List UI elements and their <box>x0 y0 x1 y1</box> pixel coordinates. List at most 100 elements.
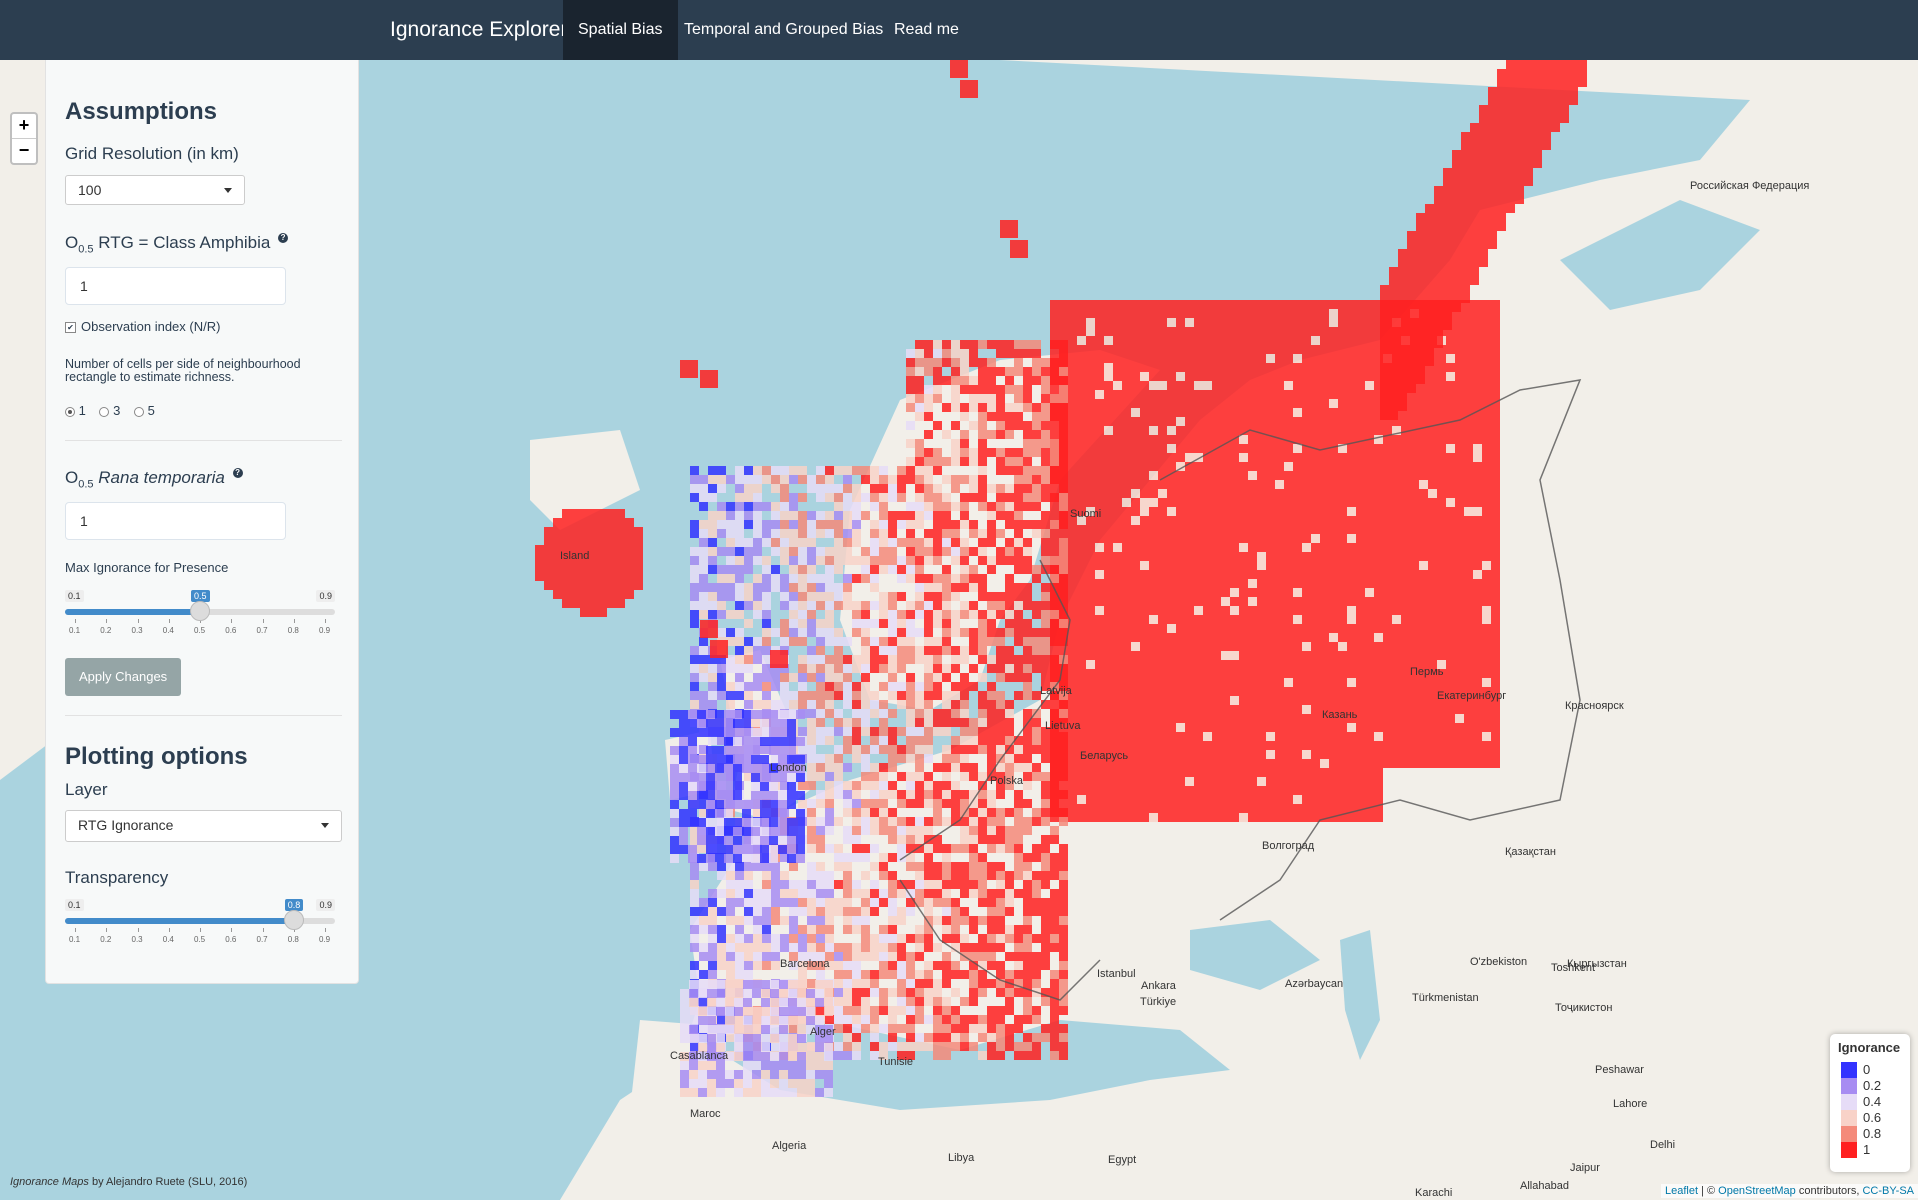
grid-cell <box>933 799 942 808</box>
grid-cell <box>1446 507 1455 516</box>
grid-cell <box>1230 318 1239 327</box>
grid-cell <box>1482 444 1491 453</box>
grid-cell <box>852 880 861 889</box>
grid-cell <box>978 466 987 475</box>
grid-cell <box>1374 759 1383 768</box>
grid-cell <box>960 700 969 709</box>
grid-cell <box>1311 597 1320 606</box>
grid-cell <box>1059 664 1068 673</box>
grid-cell <box>1470 231 1479 240</box>
grid-cell <box>1176 408 1185 417</box>
grid-cell <box>1077 453 1086 462</box>
grid-cell <box>852 529 861 538</box>
grid-cell <box>1122 381 1131 390</box>
grid-cell <box>1461 132 1470 141</box>
grid-cell <box>1392 543 1401 552</box>
grid-cell <box>969 835 978 844</box>
grid-cell <box>1266 777 1275 786</box>
grid-cell <box>1338 642 1347 651</box>
grid-cell <box>1086 372 1095 381</box>
grid-cell <box>1131 363 1140 372</box>
grid-cell <box>1194 741 1203 750</box>
grid-cell <box>996 736 1005 745</box>
grid-cell <box>1428 372 1437 381</box>
grid-cell <box>1230 462 1239 471</box>
tab-spatial-bias[interactable]: Spatial Bias <box>563 0 678 60</box>
grid-cell <box>1473 390 1482 399</box>
grid-cell <box>1113 660 1122 669</box>
grid-cell <box>1023 340 1032 349</box>
grid-cell <box>708 556 717 565</box>
grid-cell <box>1221 309 1230 318</box>
grid-cell <box>762 556 771 565</box>
grid-cell <box>1230 723 1239 732</box>
grid-cell <box>1482 309 1491 318</box>
grid-cell <box>1416 258 1425 267</box>
grid-cell <box>753 529 762 538</box>
grid-cell <box>888 664 897 673</box>
grid-cell <box>1515 186 1524 195</box>
grid-cell <box>1257 669 1266 678</box>
grid-cell <box>951 682 960 691</box>
grid-cell <box>735 520 744 529</box>
grid-cell <box>1491 318 1500 327</box>
grid-cell <box>1257 543 1266 552</box>
grid-cell <box>951 394 960 403</box>
grid-cell <box>1311 309 1320 318</box>
grid-cell <box>789 538 798 547</box>
grid-cell <box>1059 772 1068 781</box>
grid-cell <box>1014 538 1023 547</box>
grid-cell <box>1506 114 1515 123</box>
grid-cell <box>1479 195 1488 204</box>
grid-cell <box>915 439 924 448</box>
grid-cell <box>996 718 1005 727</box>
grid-cell <box>1491 300 1500 309</box>
grid-cell <box>1365 507 1374 516</box>
grid-cell <box>1023 403 1032 412</box>
grid-cell <box>1470 258 1479 267</box>
grid-cell <box>1068 606 1077 615</box>
grid-cell <box>960 502 969 511</box>
grid-cell <box>1425 276 1434 285</box>
grid-cell <box>1113 624 1122 633</box>
grid-cell <box>933 871 942 880</box>
grid-cell <box>960 718 969 727</box>
grid-cell <box>1491 507 1500 516</box>
grid-cell <box>1365 732 1374 741</box>
grid-cell <box>888 763 897 772</box>
grid-cell <box>1050 781 1059 790</box>
grid-cell <box>1455 489 1464 498</box>
grid-cell <box>780 673 789 682</box>
grid-cell <box>1311 660 1320 669</box>
grid-cell <box>1302 633 1311 642</box>
grid-cell <box>1338 534 1347 543</box>
grid-cell <box>1266 624 1275 633</box>
grid-cell <box>1266 534 1275 543</box>
grid-cell <box>1551 96 1560 105</box>
tab-temporal-grouped-bias[interactable]: Temporal and Grouped Bias <box>669 0 898 60</box>
grid-cell <box>1311 588 1320 597</box>
grid-cell <box>1149 399 1158 408</box>
grid-cell <box>1275 732 1284 741</box>
grid-cell <box>1506 150 1515 159</box>
grid-cell <box>1473 480 1482 489</box>
tab-read-me[interactable]: Read me <box>879 0 974 60</box>
grid-cell <box>1365 588 1374 597</box>
grid-cell <box>1473 534 1482 543</box>
grid-cell <box>1212 651 1221 660</box>
grid-cell <box>1203 543 1212 552</box>
grid-cell <box>1023 583 1032 592</box>
grid-cell <box>1365 786 1374 795</box>
grid-cell <box>699 565 708 574</box>
grid-cell <box>1284 462 1293 471</box>
grid-cell <box>825 844 834 853</box>
grid-cell <box>1257 633 1266 642</box>
grid-cell <box>1482 453 1491 462</box>
grid-cell <box>933 646 942 655</box>
grid-cell <box>1122 372 1131 381</box>
grid-cell <box>897 538 906 547</box>
grid-cell <box>1257 741 1266 750</box>
app-brand[interactable]: Ignorance Explorer <box>390 0 567 60</box>
grid-cell <box>1203 705 1212 714</box>
grid-cell <box>1464 363 1473 372</box>
